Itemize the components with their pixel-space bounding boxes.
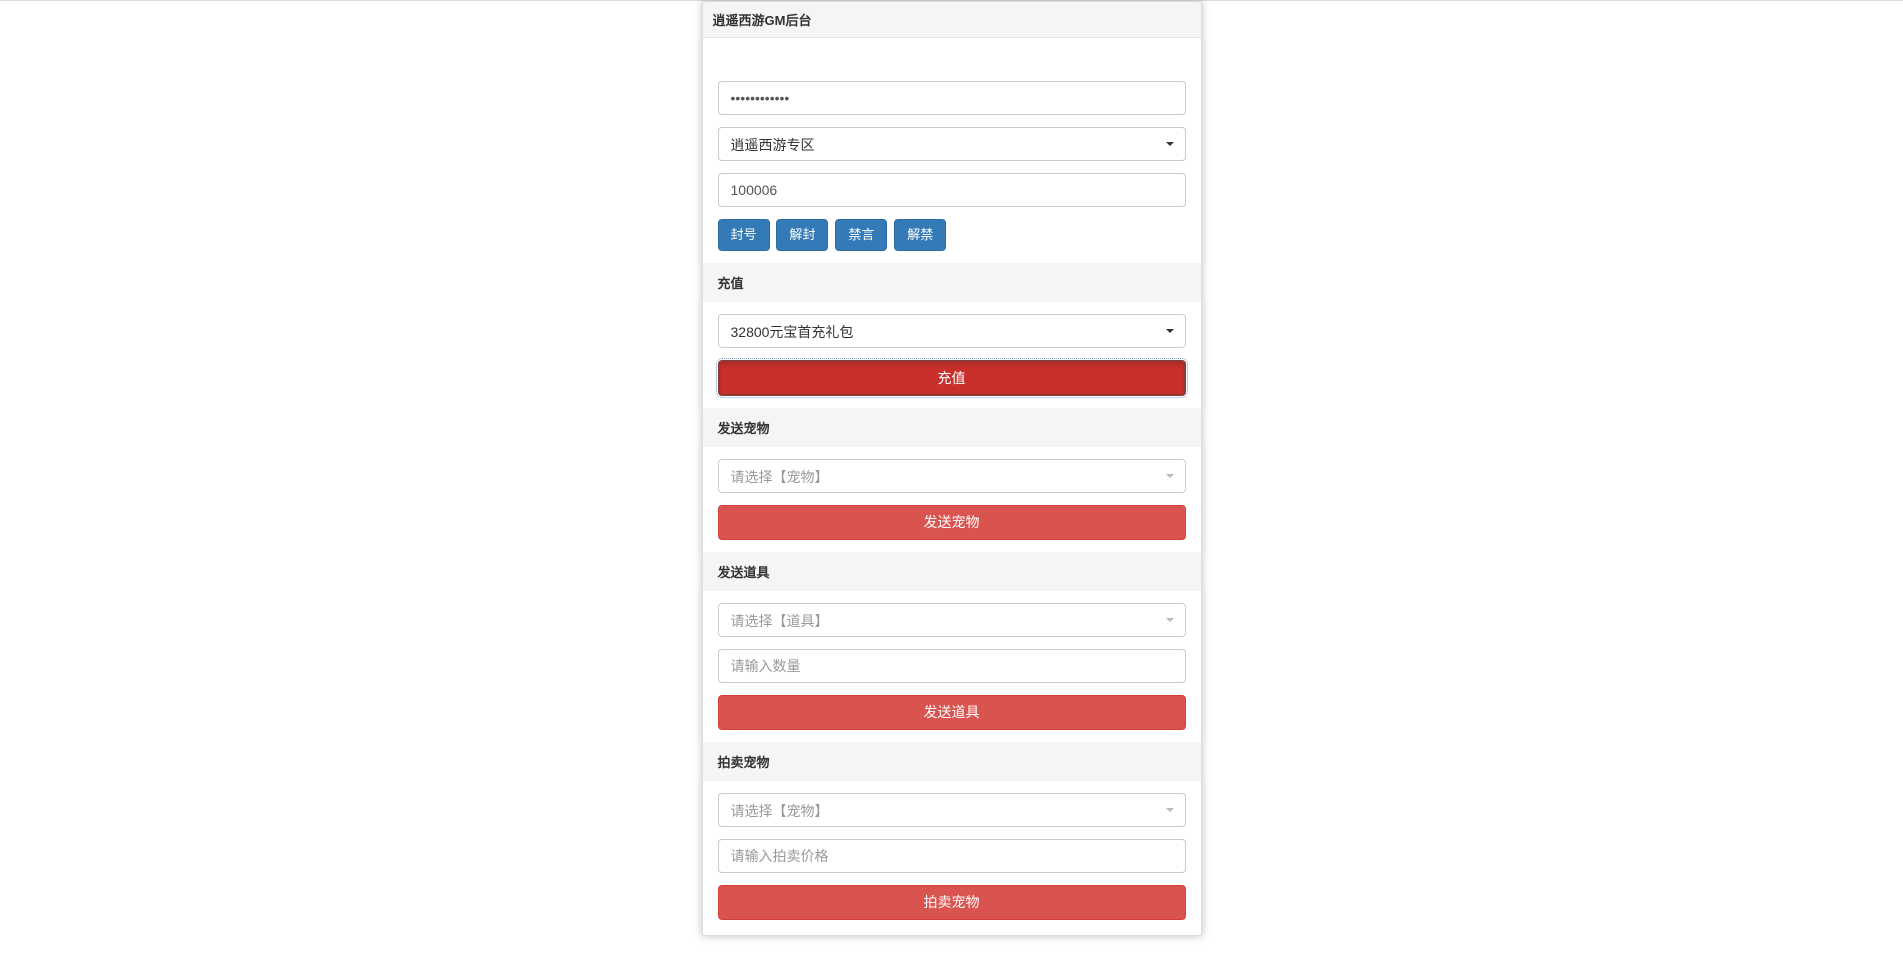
ban-button[interactable]: 封号 <box>718 219 770 251</box>
recharge-package-value: 32800元宝首充礼包 <box>718 314 1186 348</box>
recharge-submit-button[interactable]: 充值 <box>718 360 1186 397</box>
item-quantity-input[interactable] <box>718 649 1186 683</box>
admin-panel: 逍遥西游GM后台 逍遥西游专区 封号 解封 禁言 解禁 充值 <box>702 1 1202 936</box>
recharge-section-title: 充值 <box>703 263 1201 302</box>
auction-pet-submit-button[interactable]: 拍卖宠物 <box>718 885 1186 920</box>
recharge-package-select[interactable]: 32800元宝首充礼包 <box>718 314 1186 348</box>
auction-price-input[interactable] <box>718 839 1186 873</box>
auction-pet-select[interactable]: 请选择【宠物】 <box>718 793 1186 827</box>
mute-button[interactable]: 禁言 <box>835 219 887 251</box>
pet-select[interactable]: 请选择【宠物】 <box>718 459 1186 493</box>
send-pet-section-title: 发送宠物 <box>703 408 1201 447</box>
pet-select-placeholder: 请选择【宠物】 <box>718 459 1186 493</box>
server-select[interactable]: 逍遥西游专区 <box>718 127 1186 161</box>
auction-pet-select-placeholder: 请选择【宠物】 <box>718 793 1186 827</box>
unban-button[interactable]: 解封 <box>776 219 828 251</box>
send-item-section-title: 发送道具 <box>703 552 1201 591</box>
password-input[interactable] <box>718 81 1186 115</box>
send-pet-submit-button[interactable]: 发送宠物 <box>718 505 1186 540</box>
unmute-button[interactable]: 解禁 <box>894 219 946 251</box>
item-select[interactable]: 请选择【道具】 <box>718 603 1186 637</box>
auction-pet-section-title: 拍卖宠物 <box>703 742 1201 781</box>
player-id-input[interactable] <box>718 173 1186 207</box>
item-select-placeholder: 请选择【道具】 <box>718 603 1186 637</box>
panel-title: 逍遥西游GM后台 <box>703 2 1201 38</box>
server-select-value: 逍遥西游专区 <box>718 127 1186 161</box>
send-item-submit-button[interactable]: 发送道具 <box>718 695 1186 730</box>
